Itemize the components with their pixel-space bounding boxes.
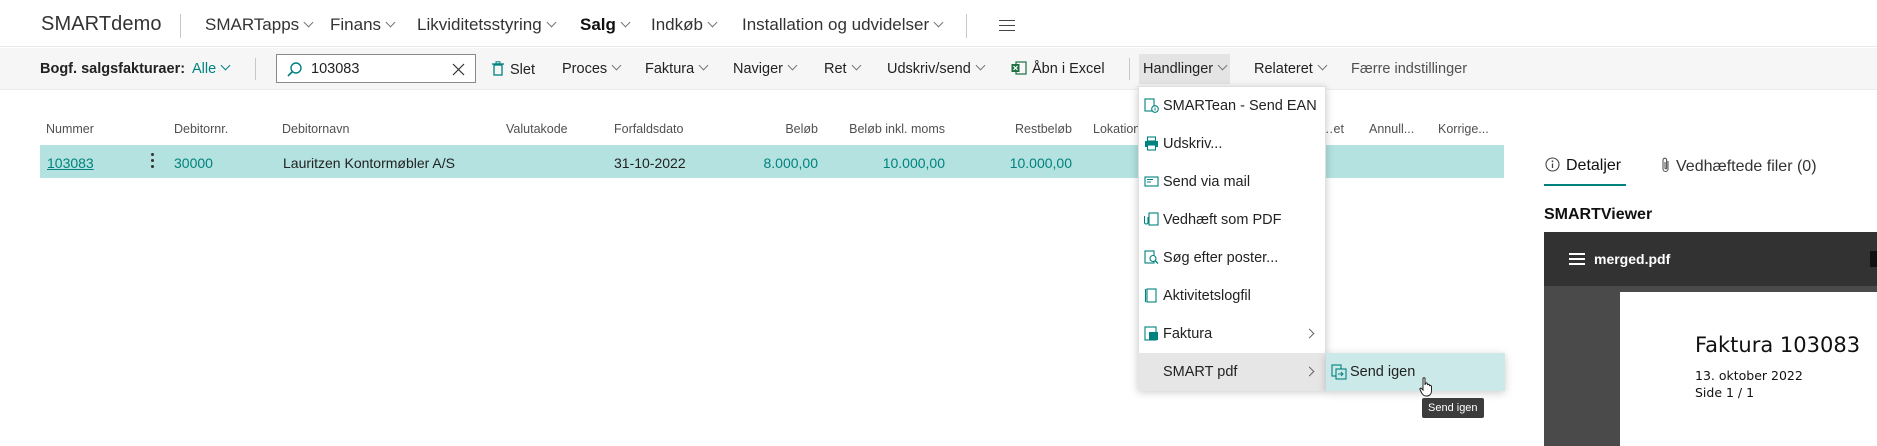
naviger-menu[interactable]: Naviger [733, 60, 798, 77]
cell-forfaldsdato: 31-10-2022 [614, 155, 686, 171]
handlinger-menu[interactable]: Handlinger [1139, 54, 1231, 84]
view-filter-dropdown[interactable]: Alle [192, 60, 231, 77]
trash-icon [492, 61, 504, 76]
pdf-doc-date: 13. oktober 2022 [1695, 368, 1803, 383]
search-icon [287, 62, 302, 77]
column-header-korrigeret[interactable]: Korrige... [1438, 122, 1489, 136]
active-tab-indicator [1544, 184, 1626, 186]
tab-detaljer[interactable]: Detaljer [1545, 157, 1621, 175]
chevron-down-icon [620, 17, 631, 28]
list-label: Bogf. salgsfakturaer: [40, 61, 186, 77]
menu-item-label: Send via mail [1163, 174, 1251, 190]
column-header-restbeloeb[interactable]: Restbeløb [990, 122, 1072, 136]
chevron-down-icon [787, 60, 798, 71]
column-header-beloeb-inkl-moms[interactable]: Beløb inkl. moms [830, 122, 945, 136]
submenu-item-label: Send igen [1350, 364, 1416, 380]
udskriv-send-menu[interactable]: Udskriv/send [887, 60, 986, 77]
clear-icon[interactable] [452, 63, 465, 76]
app-title[interactable]: SMARTdemo [41, 13, 162, 36]
column-header-debitornavn[interactable]: Debitornavn [282, 122, 349, 136]
faktura-menu[interactable]: Faktura [645, 60, 709, 77]
excel-icon [1011, 61, 1027, 75]
pdf-doc-title: Faktura 103083 [1695, 333, 1861, 357]
divider [180, 14, 181, 38]
ean-send-icon [1144, 98, 1159, 113]
nav-item-smartapps[interactable]: SMARTapps [205, 15, 314, 35]
cell-nummer[interactable]: 103083 [47, 155, 94, 171]
chevron-down-icon [1217, 60, 1228, 71]
chevron-down-icon [385, 17, 396, 28]
chevron-down-icon [1317, 60, 1328, 71]
column-header-annulleret[interactable]: Annull... [1369, 122, 1414, 136]
nav-item-salg[interactable]: Salg [580, 15, 631, 35]
log-icon [1144, 288, 1157, 303]
chevron-down-icon [975, 60, 986, 71]
fewer-settings-button[interactable]: Færre indstillinger [1351, 61, 1467, 77]
menu-item-label: SMARTean - Send EAN [1163, 98, 1317, 114]
chevron-down-icon [851, 60, 862, 71]
pane-title: SMARTViewer [1544, 206, 1653, 223]
mail-icon [1144, 176, 1159, 187]
cell-beloeb[interactable]: 8.000,00 [740, 155, 819, 171]
top-navigation: SMARTdemo SMARTapps Finans Likviditetsst… [0, 0, 1877, 47]
divider [255, 58, 256, 80]
hand-cursor-icon [1419, 377, 1432, 397]
hamburger-menu-icon[interactable] [999, 20, 1015, 31]
open-in-excel-button[interactable]: Åbn i Excel [1011, 61, 1105, 77]
search-value: 103083 [311, 61, 360, 77]
chevron-down-icon [303, 17, 314, 28]
row-actions-icon[interactable] [151, 153, 155, 169]
menu-item-label: Vedhæft som PDF [1163, 212, 1282, 228]
menu-item-label: Aktivitetslogfil [1163, 288, 1251, 304]
tab-vedhaeftede-filer[interactable]: Vedhæftede filer (0) [1661, 157, 1817, 176]
divider [1129, 58, 1130, 80]
cell-debitornr[interactable]: 30000 [174, 155, 213, 171]
menu-item-label: SMART pdf [1163, 364, 1238, 380]
delete-button[interactable]: Slet [492, 61, 535, 78]
proces-menu[interactable]: Proces [562, 60, 622, 77]
resend-icon [1331, 364, 1347, 380]
cell-debitornavn: Lauritzen Kontormøbler A/S [283, 155, 455, 171]
menu-item-label: Udskriv... [1163, 136, 1223, 152]
printer-icon [1145, 136, 1158, 151]
menu-item-label: Søg efter poster... [1163, 250, 1279, 266]
column-header-debitornr[interactable]: Debitornr. [174, 122, 228, 136]
attach-pdf-icon [1144, 212, 1159, 226]
relateret-menu[interactable]: Relateret [1254, 60, 1328, 77]
tooltip: Send igen [1422, 398, 1484, 418]
menu-item-label: Faktura [1163, 326, 1213, 342]
nav-item-installation[interactable]: Installation og udvidelser [742, 15, 944, 35]
paperclip-icon [1662, 157, 1669, 173]
viewer-toolbar-control[interactable] [1870, 251, 1877, 267]
search-input[interactable]: 103083 [276, 54, 476, 83]
cell-beloeb-inkl-moms[interactable]: 10.000,00 [850, 155, 945, 171]
chevron-down-icon [611, 60, 622, 71]
viewer-menu-icon[interactable] [1569, 253, 1585, 265]
invoice-icon [1144, 326, 1158, 341]
pdf-doc-page: Side 1 / 1 [1695, 385, 1755, 400]
column-header-valutakode[interactable]: Valutakode [506, 122, 568, 136]
column-header-forfaldsdato[interactable]: Forfaldsdato [614, 122, 683, 136]
chevron-down-icon [698, 60, 709, 71]
nav-item-likviditetsstyring[interactable]: Likviditetsstyring [417, 15, 557, 35]
ret-menu[interactable]: Ret [824, 60, 862, 77]
column-header-nummer[interactable]: Nummer [46, 122, 94, 136]
search-entries-icon [1144, 250, 1159, 264]
info-icon [1545, 157, 1560, 172]
nav-item-indkoeb[interactable]: Indkøb [651, 15, 718, 35]
nav-item-finans[interactable]: Finans [330, 15, 396, 35]
chevron-down-icon [933, 17, 944, 28]
column-header-beloeb[interactable]: Beløb [760, 122, 818, 136]
chevron-down-icon [220, 60, 231, 71]
column-header-lokation[interactable]: Lokation [1093, 122, 1140, 136]
action-bar: Bogf. salgsfakturaer: Alle 103083 Slet P… [0, 48, 1877, 90]
pdf-file-name: merged.pdf [1594, 251, 1671, 267]
cell-restbeloeb[interactable]: 10.000,00 [980, 155, 1072, 171]
chevron-down-icon [707, 17, 718, 28]
divider [966, 14, 967, 38]
chevron-down-icon [546, 17, 557, 28]
